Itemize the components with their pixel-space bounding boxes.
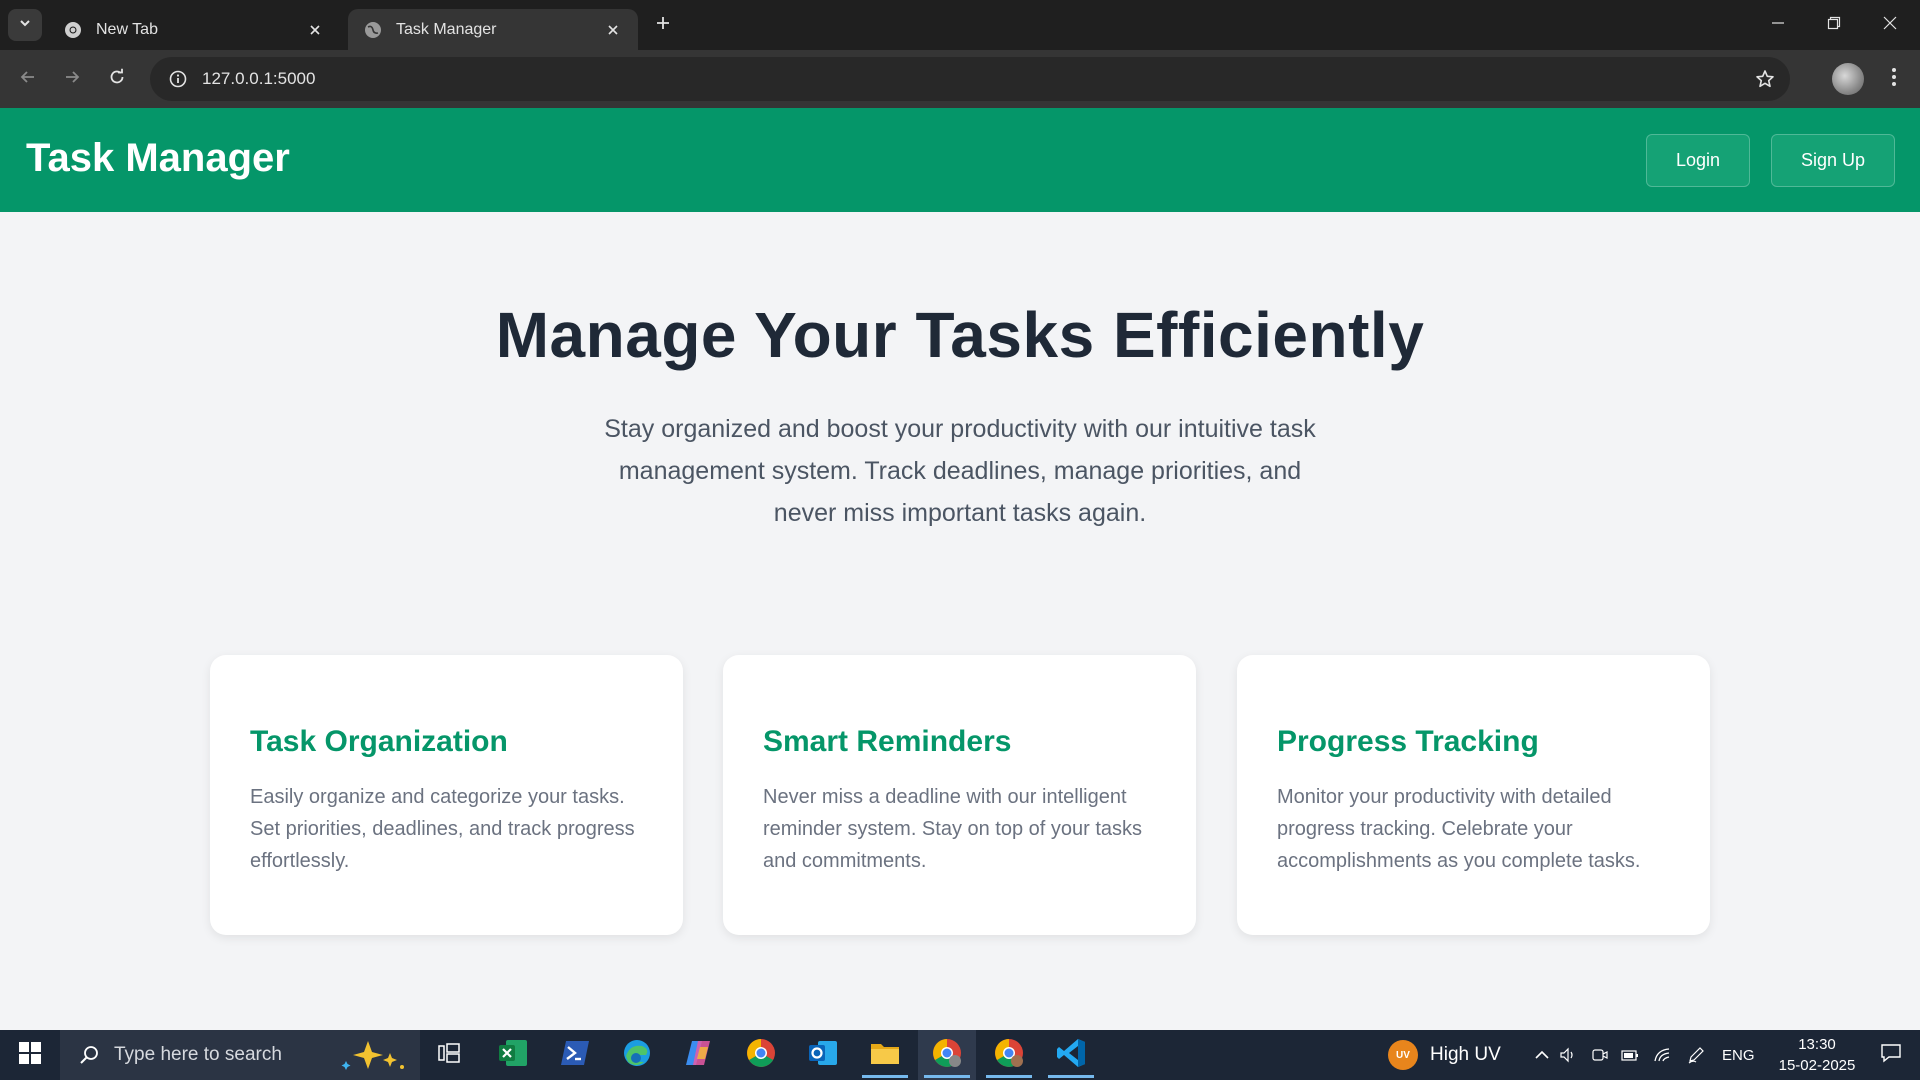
restore-icon (1827, 16, 1841, 35)
plus-icon (655, 15, 671, 36)
chrome-icon (64, 21, 82, 39)
task-view-button[interactable] (420, 1030, 478, 1080)
feature-description: Easily organize and categorize your task… (250, 786, 635, 872)
wifi-icon[interactable] (1650, 1030, 1674, 1080)
close-icon (1883, 16, 1897, 35)
notification-button[interactable] (1866, 1030, 1916, 1080)
more-vertical-icon (1891, 67, 1897, 92)
clock-date: 15-02-2025 (1778, 1057, 1856, 1074)
hero-title: Manage Your Tasks Efficiently (495, 299, 1425, 371)
system-clock[interactable]: 13:30 15-02-2025 (1762, 1034, 1872, 1076)
profile-avatar[interactable] (1832, 63, 1864, 95)
chrome-icon (994, 1038, 1024, 1073)
tab-task-manager[interactable]: Task Manager (348, 9, 638, 50)
feature-title: Progress Tracking (1277, 725, 1539, 758)
restore-button[interactable] (1806, 0, 1862, 50)
tab-title: New Tab (96, 20, 158, 38)
close-icon[interactable] (602, 19, 624, 41)
signup-button[interactable]: Sign Up (1771, 134, 1895, 187)
feature-description: Never miss a deadline with our intellige… (763, 786, 1143, 872)
weather-text: High UV (1430, 1044, 1501, 1065)
copilot-icon (684, 1039, 714, 1072)
sparkle-icon (338, 1039, 408, 1071)
chevron-up-icon[interactable] (1530, 1030, 1554, 1080)
new-tab-button[interactable] (650, 12, 676, 38)
address-bar[interactable]: 127.0.0.1:5000 (150, 57, 1790, 101)
tab-new-tab[interactable]: New Tab (48, 9, 340, 50)
feature-title: Task Organization (250, 725, 508, 758)
taskbar-outlook[interactable] (794, 1030, 852, 1080)
hero-subtitle: Stay organized and boost your productivi… (604, 415, 1316, 527)
site-info-icon[interactable] (156, 57, 200, 101)
tab-search-button[interactable] (8, 9, 42, 41)
chrome-icon (746, 1038, 776, 1073)
arrow-left-icon (19, 68, 37, 91)
windows-taskbar: Type here to search UV High UV ENG 13:30… (0, 1030, 1920, 1080)
close-icon[interactable] (304, 19, 326, 41)
uv-badge: UV (1388, 1040, 1418, 1070)
task-view-icon (438, 1042, 460, 1068)
taskbar-vscode[interactable] (1042, 1030, 1100, 1080)
excel-icon (498, 1039, 528, 1072)
chevron-down-icon (18, 16, 32, 35)
folder-icon (870, 1040, 900, 1071)
powershell-icon (560, 1040, 590, 1071)
edge-icon (622, 1038, 652, 1073)
minimize-icon (1771, 16, 1785, 35)
feature-card-progress-tracking: Progress Tracking Monitor your productiv… (1237, 655, 1710, 935)
meet-now-icon[interactable] (1588, 1030, 1612, 1080)
weather-widget[interactable]: UV High UV (1388, 1030, 1501, 1080)
reload-button[interactable] (97, 59, 137, 99)
star-icon[interactable] (1750, 64, 1780, 94)
taskbar-chrome[interactable] (732, 1030, 790, 1080)
brand-title[interactable]: Task Manager (26, 136, 290, 181)
outlook-icon (808, 1039, 838, 1072)
start-button[interactable] (0, 1030, 60, 1080)
language-indicator[interactable]: ENG (1722, 1030, 1755, 1080)
taskbar-edge[interactable] (608, 1030, 666, 1080)
feature-card-task-organization: Task Organization Easily organize and ca… (210, 655, 683, 935)
tab-title: Task Manager (396, 20, 497, 38)
browser-title-bar: New Tab Task Manager (0, 0, 1920, 50)
pen-icon[interactable] (1684, 1030, 1708, 1080)
forward-button[interactable] (52, 59, 92, 99)
app-header: Task Manager Login Sign Up (0, 108, 1920, 212)
back-button[interactable] (8, 59, 48, 99)
reload-icon (108, 68, 126, 91)
chrome-icon (932, 1038, 962, 1073)
close-window-button[interactable] (1862, 0, 1918, 50)
taskbar-chrome-2[interactable] (980, 1030, 1038, 1080)
browser-toolbar: 127.0.0.1:5000 (0, 50, 1920, 108)
browser-menu-button[interactable] (1880, 63, 1908, 95)
chat-bubble-icon (1880, 1043, 1902, 1068)
feature-description: Monitor your productivity with detailed … (1277, 786, 1641, 872)
taskbar-copilot[interactable] (670, 1030, 728, 1080)
taskbar-excel[interactable] (484, 1030, 542, 1080)
taskbar-file-explorer[interactable] (856, 1030, 914, 1080)
taskbar-search-box[interactable]: Type here to search (60, 1030, 420, 1080)
feature-title: Smart Reminders (763, 725, 1012, 758)
battery-icon[interactable] (1618, 1030, 1642, 1080)
arrow-right-icon (63, 68, 81, 91)
volume-icon[interactable] (1556, 1030, 1580, 1080)
url-text: 127.0.0.1:5000 (202, 69, 316, 88)
search-placeholder: Type here to search (114, 1044, 282, 1065)
minimize-button[interactable] (1750, 0, 1806, 50)
taskbar-powershell[interactable] (546, 1030, 604, 1080)
globe-icon (364, 21, 382, 39)
windows-logo-icon (19, 1041, 41, 1069)
vscode-icon (1056, 1038, 1086, 1073)
feature-card-smart-reminders: Smart Reminders Never miss a deadline wi… (723, 655, 1196, 935)
taskbar-chrome-active[interactable] (918, 1030, 976, 1080)
search-icon (74, 1045, 104, 1065)
login-button[interactable]: Login (1646, 134, 1750, 187)
clock-time: 13:30 (1798, 1036, 1836, 1053)
